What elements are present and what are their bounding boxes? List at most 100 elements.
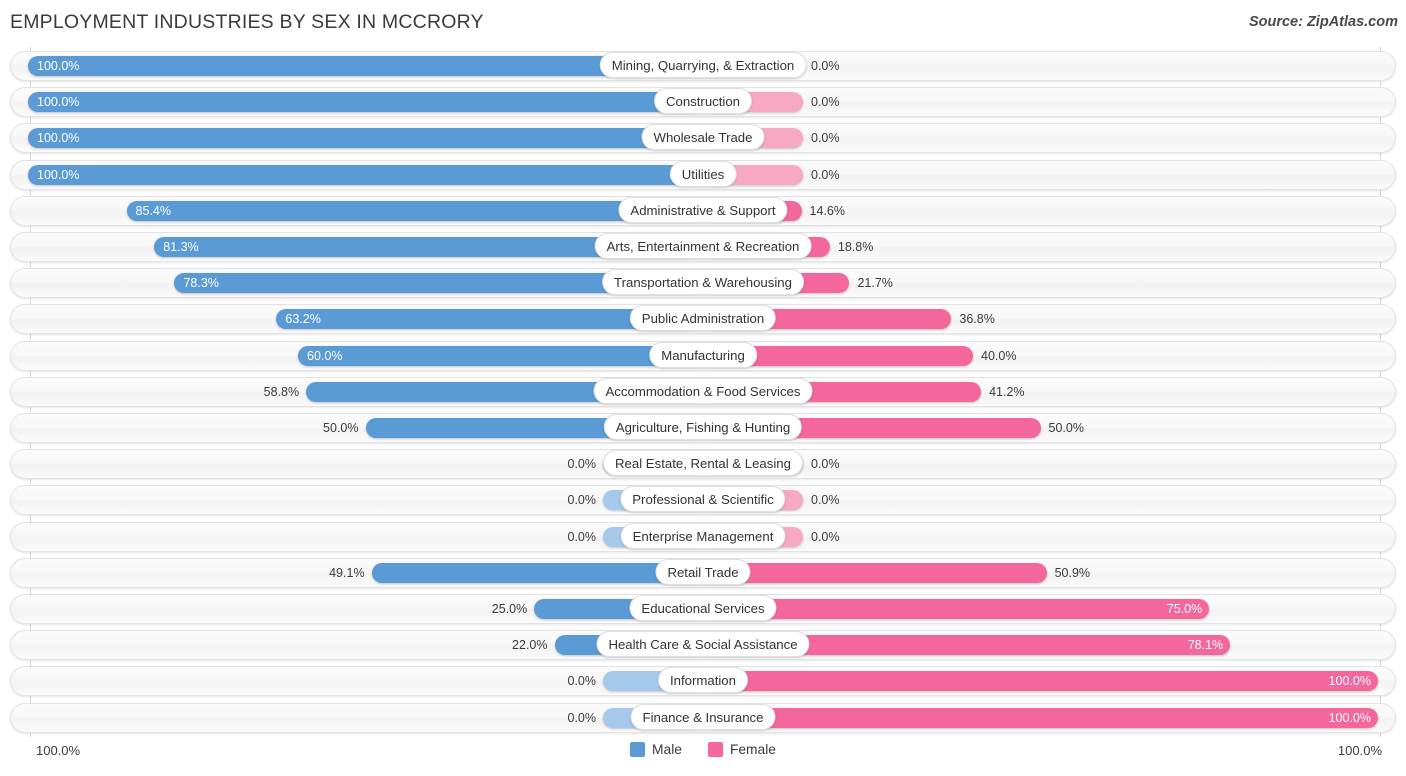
table-row[interactable]: 60.0% 40.0% Manufacturing	[10, 340, 1396, 371]
value-label-female: 100.0%	[1328, 674, 1371, 689]
table-row[interactable]: 0.0% 100.0% Finance & Insurance	[10, 702, 1396, 733]
table-row[interactable]: 0.0% 0.0% Enterprise Management	[10, 521, 1396, 552]
category-label[interactable]: Accommodation & Food Services	[593, 377, 813, 404]
category-label[interactable]: Real Estate, Rental & Leasing	[603, 450, 803, 477]
value-label-female: 0.0%	[811, 59, 840, 73]
value-label-male: 50.0%	[323, 421, 359, 435]
bar-female[interactable]	[703, 707, 1378, 728]
value-label-male: 0.0%	[567, 493, 597, 508]
value-label-female: 0.0%	[811, 95, 840, 110]
value-label-male: 100.0%	[37, 59, 80, 73]
value-label-female: 41.2%	[989, 384, 1025, 399]
table-row[interactable]: 85.4% 14.6% Administrative & Support	[10, 195, 1396, 226]
value-label-male: 49.1%	[329, 565, 365, 580]
category-label[interactable]: Information	[658, 667, 748, 694]
category-label[interactable]: Educational Services	[629, 595, 777, 621]
category-label[interactable]: Enterprise Management	[620, 522, 786, 549]
category-label[interactable]: Construction	[653, 88, 753, 115]
value-label-female: 75.0%	[1166, 602, 1203, 616]
table-row[interactable]: 0.0% 100.0% Information	[10, 666, 1396, 697]
chart-root: EMPLOYMENT INDUSTRIES BY SEX IN MCCRORY …	[0, 0, 1406, 776]
table-row[interactable]: 78.3% 21.7% Transportation & Warehousing	[10, 268, 1396, 299]
chart-legend: Male Female	[0, 742, 1406, 757]
table-row[interactable]: 81.3% 18.8% Arts, Entertainment & Recreati…	[10, 232, 1396, 262]
bar-female[interactable]	[703, 562, 1047, 583]
bar-male[interactable]	[371, 562, 703, 583]
value-label-male: 22.0%	[512, 638, 548, 653]
value-label-male: 78.3%	[183, 276, 219, 291]
table-row[interactable]: 100.0% 0.0% Construction	[10, 87, 1396, 118]
value-label-female: 40.0%	[981, 348, 1017, 363]
legend-label-male: Male	[652, 742, 682, 757]
legend-swatch-female	[707, 742, 723, 757]
category-label[interactable]: Public Administration	[629, 305, 777, 332]
value-label-male: 63.2%	[285, 312, 321, 327]
category-label[interactable]: Retail Trade	[655, 558, 751, 585]
category-label[interactable]: Utilities	[669, 160, 737, 187]
value-label-male: 0.0%	[567, 529, 597, 544]
category-label[interactable]: Administrative & Support	[618, 196, 788, 223]
value-label-female: 0.0%	[811, 131, 840, 146]
value-label-female: 18.8%	[837, 240, 874, 254]
table-row[interactable]: 0.0% 0.0% Professional & Scientific	[10, 485, 1396, 516]
category-label[interactable]: Finance & Insurance	[630, 703, 776, 730]
value-label-male: 0.0%	[567, 710, 597, 725]
legend-item-male[interactable]: Male	[630, 742, 682, 757]
value-label-female: 50.9%	[1054, 565, 1091, 580]
value-label-male: 58.8%	[263, 384, 300, 399]
bar-male[interactable]	[28, 164, 703, 185]
table-row[interactable]: 100.0% 0.0% Wholesale Trade	[10, 123, 1396, 154]
legend-item-female[interactable]: Female	[707, 742, 776, 757]
table-row[interactable]: 58.8% 41.2% Accommodation & Food Services	[10, 376, 1396, 407]
value-label-female: 0.0%	[811, 167, 840, 182]
value-label-male: 81.3%	[163, 240, 199, 254]
plot-area: 100.0% 0.0% Mining, Quarrying, & Extractio…	[0, 47, 1406, 737]
value-label-male: 0.0%	[567, 457, 597, 472]
table-row[interactable]: 63.2% 36.8% Public Administration	[10, 304, 1396, 335]
bar-male[interactable]	[126, 200, 703, 221]
bar-female[interactable]	[703, 599, 1210, 619]
value-label-male: 0.0%	[567, 674, 597, 689]
page-title: EMPLOYMENT INDUSTRIES BY SEX IN MCCRORY	[10, 11, 484, 33]
value-label-female: 0.0%	[811, 457, 840, 472]
value-label-female: 0.0%	[811, 493, 840, 508]
table-row[interactable]: 100.0% 0.0% Utilities	[10, 159, 1396, 190]
category-label[interactable]: Wholesale Trade	[641, 124, 765, 151]
value-label-female: 36.8%	[959, 312, 995, 327]
table-row[interactable]: 0.0% 0.0% Real Estate, Rental & Leasing	[10, 449, 1396, 480]
legend-swatch-male	[630, 742, 646, 757]
source-attribution: Source: ZipAtlas.com	[1248, 14, 1398, 30]
value-label-male: 100.0%	[37, 167, 80, 182]
category-label[interactable]: Health Care & Social Assistance	[596, 631, 810, 658]
category-label[interactable]: Manufacturing	[649, 341, 757, 368]
value-label-male: 100.0%	[37, 131, 80, 146]
value-label-male: 85.4%	[135, 203, 171, 218]
table-row[interactable]: 50.0% 50.0% Agriculture, Fishing & Hunting	[10, 413, 1396, 443]
category-label[interactable]: Transportation & Warehousing	[602, 269, 804, 296]
category-label[interactable]: Professional & Scientific	[620, 486, 786, 513]
value-label-male: 60.0%	[307, 348, 343, 363]
category-label[interactable]: Agriculture, Fishing & Hunting	[603, 414, 803, 440]
bar-male[interactable]	[298, 345, 703, 366]
bar-female[interactable]	[703, 671, 1378, 692]
legend-label-female: Female	[729, 742, 776, 757]
table-row[interactable]: 100.0% 0.0% Mining, Quarrying, & Extractio…	[10, 51, 1396, 81]
chart-footer: 100.0% Male Female 100.0%	[0, 738, 1406, 776]
category-label[interactable]: Mining, Quarrying, & Extraction	[599, 52, 807, 78]
value-label-female: 78.1%	[1187, 638, 1224, 653]
value-label-female: 50.0%	[1048, 421, 1084, 435]
value-label-male: 25.0%	[491, 602, 528, 616]
bar-male[interactable]	[28, 128, 703, 149]
axis-max-label: 100.0%	[1337, 743, 1382, 758]
value-label-female: 0.0%	[811, 529, 840, 544]
value-label-female: 14.6%	[809, 203, 845, 218]
table-row[interactable]: 25.0% 75.0% Educational Services	[10, 594, 1396, 624]
value-label-female: 21.7%	[857, 276, 893, 291]
bar-male[interactable]	[28, 92, 703, 113]
table-row[interactable]: 22.0% 78.1% Health Care & Social Assistanc…	[10, 630, 1396, 661]
chart-header: EMPLOYMENT INDUSTRIES BY SEX IN MCCRORY …	[0, 0, 1406, 46]
value-label-male: 100.0%	[37, 95, 80, 110]
table-row[interactable]: 49.1% 50.9% Retail Trade	[10, 557, 1396, 588]
value-label-female: 100.0%	[1328, 710, 1371, 725]
category-label[interactable]: Arts, Entertainment & Recreation	[594, 233, 812, 259]
